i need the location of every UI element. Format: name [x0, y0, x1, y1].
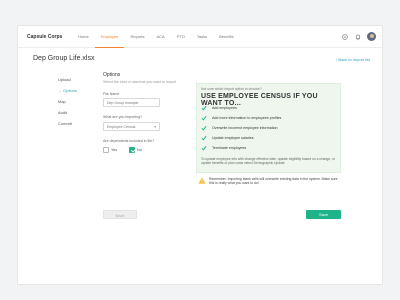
- census-info-box: Not sure which import option to choose? …: [196, 83, 341, 173]
- gear-icon[interactable]: [341, 33, 349, 41]
- dependents-no-label: No: [137, 148, 142, 152]
- nav-item-pto[interactable]: PTO: [171, 26, 191, 48]
- nav-item-tasks[interactable]: Tasks: [191, 26, 213, 48]
- info-item-label: Terminate employees: [212, 146, 247, 150]
- chevron-down-icon: ▾: [154, 125, 156, 129]
- back-button[interactable]: Back: [103, 210, 137, 219]
- bell-icon[interactable]: [354, 33, 362, 41]
- options-title: Options: [103, 72, 121, 78]
- checkmark-icon: [201, 105, 207, 111]
- back-to-import-list-link[interactable]: ‹ Back to import list: [336, 57, 370, 62]
- top-icons: [341, 32, 376, 41]
- dependents-no-checkbox[interactable]: [129, 147, 135, 153]
- info-item-label: Add employees: [212, 106, 237, 110]
- dependents-label: Are dependents included in file?: [103, 139, 155, 143]
- back-link-label: Back to import list: [338, 57, 370, 62]
- info-list: Add employees Add more information to em…: [201, 103, 281, 153]
- brand-name: Capsule Corps: [27, 34, 63, 40]
- info-note: To update employee info with change effe…: [201, 157, 335, 166]
- info-question: Not sure which import option to choose?: [201, 87, 262, 91]
- info-item-label: Update employee salaries: [212, 136, 254, 140]
- importing-label: What are you importing?: [103, 115, 143, 119]
- nav-item-reports[interactable]: Reports: [124, 26, 150, 48]
- warning-text: Remember: Importing blank cells will ove…: [209, 177, 338, 186]
- importing-select[interactable]: Employee Census ▾: [103, 122, 160, 131]
- options-description: Select the kind of data that you want to…: [103, 80, 176, 84]
- info-item-label: Overwrite incorrect employee information: [212, 126, 278, 130]
- checkmark-icon: [201, 125, 207, 131]
- checkmark-icon: [201, 145, 207, 151]
- steps-sidebar: Upload → Options Map Audit Commit: [58, 78, 77, 133]
- dependents-yes-label: Yes: [111, 148, 118, 152]
- nav-item-employee[interactable]: Employee: [94, 26, 125, 48]
- step-commit[interactable]: Commit: [58, 122, 77, 133]
- nav-item-benefits[interactable]: Benefits: [213, 26, 239, 48]
- save-button[interactable]: Save: [306, 210, 341, 219]
- top-navigation: Capsule Corps Home Employee Reports ACA …: [18, 26, 384, 48]
- checkmark-icon: [201, 135, 207, 141]
- checkmark-icon: [201, 115, 207, 121]
- file-name-label: File Name: [103, 92, 120, 96]
- info-item-label: Add more information to employees profil…: [212, 116, 282, 120]
- list-item: Overwrite incorrect employee information: [201, 123, 281, 133]
- file-name-input[interactable]: [103, 98, 160, 107]
- nav-item-home[interactable]: Home: [72, 26, 95, 48]
- nav-links: Home Employee Reports ACA PTO Tasks Bene…: [72, 26, 240, 48]
- list-item: Terminate employees: [201, 143, 281, 153]
- dependents-yes-checkbox[interactable]: [103, 147, 109, 153]
- warning-icon: [198, 177, 206, 184]
- list-item: Add employees: [201, 103, 281, 113]
- avatar[interactable]: [367, 32, 376, 41]
- importing-select-value: Employee Census: [107, 125, 136, 129]
- list-item: Update employee salaries: [201, 133, 281, 143]
- list-item: Add more information to employees profil…: [201, 113, 281, 123]
- nav-item-aca[interactable]: ACA: [150, 26, 170, 48]
- page-title: Dep Group Life.xlsx: [33, 55, 95, 62]
